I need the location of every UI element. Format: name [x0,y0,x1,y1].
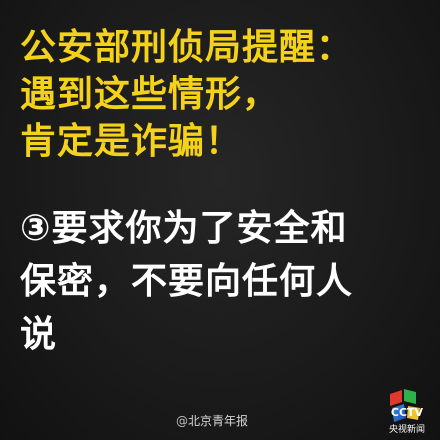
warning-line-2: 保密，不要向任何人 [20,261,354,302]
headline-line-3: 肯定是诈骗！ [20,121,243,162]
headline: 公安部刑侦局提醒： 遇到这些情形， 肯定是诈骗！ [20,24,430,165]
warning-line-3: 说 [20,314,58,355]
poster: 公安部刑侦局提醒： 遇到这些情形， 肯定是诈骗！ ③要求你为了安全和 保密，不要… [0,0,440,440]
logo-caption: 央视新闻 [388,425,425,435]
watermark-text: 北京青年报 [188,414,249,428]
warning-item: ③要求你为了安全和 保密，不要向任何人 说 [20,202,430,361]
headline-line-2: 遇到这些情形， [20,74,280,115]
at-sign: @ [176,414,188,428]
weibo-watermark: @北京青年报 [176,413,248,429]
headline-line-1: 公安部刑侦局提醒： [20,27,354,68]
warning-line-1: ③要求你为了安全和 [20,208,348,249]
logo-brand: CCTV [391,406,424,419]
